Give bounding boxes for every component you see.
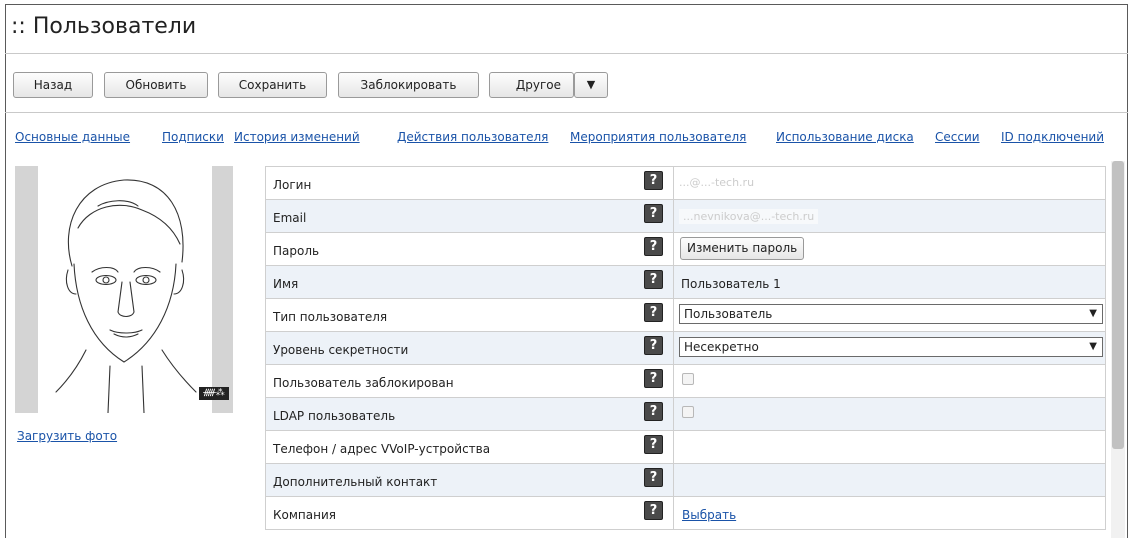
- field-row-phone: Телефон / адрес VVoIP-устройства ?: [265, 431, 1106, 464]
- field-row-extra-contact: Дополнительный контакт ?: [265, 464, 1106, 497]
- qr-badge-icon: ᚏ⁂: [199, 387, 229, 400]
- user-fields-table: Логин ? ...@...-tech.ru Email ? ...nevni…: [265, 166, 1106, 530]
- page-title: :: Пользователи: [11, 14, 197, 39]
- field-row-email: Email ? ...nevnikova@...-tech.ru: [265, 200, 1106, 233]
- tab-subscriptions[interactable]: Подписки: [162, 130, 224, 144]
- field-label: Имя: [273, 277, 299, 291]
- field-label: Телефон / адрес VVoIP-устройства: [273, 442, 491, 456]
- field-row-company: Компания ? Выбрать: [265, 497, 1106, 530]
- upload-photo-link[interactable]: Загрузить фото: [17, 429, 117, 443]
- refresh-button[interactable]: Обновить: [104, 72, 208, 98]
- field-label: Тип пользователя: [273, 310, 388, 324]
- tab-user-events[interactable]: Мероприятия пользователя: [570, 130, 746, 144]
- help-icon[interactable]: ?: [644, 171, 663, 190]
- face-sketch-icon: [55, 179, 197, 413]
- help-icon[interactable]: ?: [644, 303, 663, 322]
- chevron-down-icon: ▼: [1089, 341, 1097, 352]
- help-icon[interactable]: ?: [644, 270, 663, 289]
- tab-user-actions[interactable]: Действия пользователя: [397, 130, 548, 144]
- secrecy-select[interactable]: Несекретно ▼: [679, 337, 1103, 357]
- other-dropdown-button[interactable]: ▼: [574, 72, 608, 98]
- field-label: Пользователь заблокирован: [273, 376, 454, 390]
- user-type-select[interactable]: Пользователь ▼: [679, 304, 1103, 324]
- other-button[interactable]: Другое: [489, 72, 574, 98]
- field-row-user-type: Тип пользователя ? Пользователь ▼: [265, 299, 1106, 332]
- tab-main-data[interactable]: Основные данные: [15, 130, 130, 144]
- field-row-login: Логин ? ...@...-tech.ru: [265, 167, 1106, 200]
- chevron-down-icon: ▼: [1089, 308, 1097, 319]
- select-company-link[interactable]: Выбрать: [682, 508, 736, 522]
- title-divider: [5, 53, 1128, 54]
- tab-connection-ids[interactable]: ID подключений: [1001, 130, 1104, 144]
- help-icon[interactable]: ?: [644, 237, 663, 256]
- blocked-checkbox[interactable]: [682, 373, 694, 385]
- tab-sessions[interactable]: Сессии: [935, 130, 980, 144]
- field-row-blocked: Пользователь заблокирован ?: [265, 365, 1106, 398]
- help-icon[interactable]: ?: [644, 204, 663, 223]
- field-label: Логин: [273, 178, 312, 192]
- help-icon[interactable]: ?: [644, 501, 663, 520]
- block-button[interactable]: Заблокировать: [338, 72, 479, 98]
- help-icon[interactable]: ?: [644, 435, 663, 454]
- email-value: ...nevnikova@...-tech.ru: [679, 209, 819, 224]
- help-icon[interactable]: ?: [644, 369, 663, 388]
- field-label: Дополнительный контакт: [273, 475, 438, 489]
- login-value: ...@...-tech.ru: [679, 176, 755, 189]
- field-row-ldap: LDAP пользователь ?: [265, 398, 1106, 431]
- field-label: Уровень секретности: [273, 343, 409, 357]
- field-row-secrecy: Уровень секретности ? Несекретно ▼: [265, 332, 1106, 365]
- toolbar-divider: [5, 112, 1128, 113]
- back-button[interactable]: Назад: [13, 72, 93, 98]
- save-button[interactable]: Сохранить: [218, 72, 327, 98]
- field-label: LDAP пользователь: [273, 409, 396, 423]
- field-label: Пароль: [273, 244, 320, 258]
- change-password-button[interactable]: Изменить пароль: [680, 237, 805, 260]
- name-value[interactable]: Пользователь 1: [681, 277, 781, 291]
- field-label: Email: [273, 211, 307, 225]
- ldap-checkbox[interactable]: [682, 406, 694, 418]
- scrollbar-thumb[interactable]: [1112, 161, 1124, 449]
- help-icon[interactable]: ?: [644, 402, 663, 421]
- field-label: Компания: [273, 508, 336, 522]
- chevron-down-icon: ▼: [586, 78, 596, 91]
- field-row-password: Пароль ? Изменить пароль: [265, 233, 1106, 266]
- help-icon[interactable]: ?: [644, 468, 663, 487]
- tab-disk-usage[interactable]: Использование диска: [776, 130, 914, 144]
- help-icon[interactable]: ?: [644, 336, 663, 355]
- tab-change-history[interactable]: История изменений: [234, 130, 360, 144]
- field-row-name: Имя ? Пользователь 1: [265, 266, 1106, 299]
